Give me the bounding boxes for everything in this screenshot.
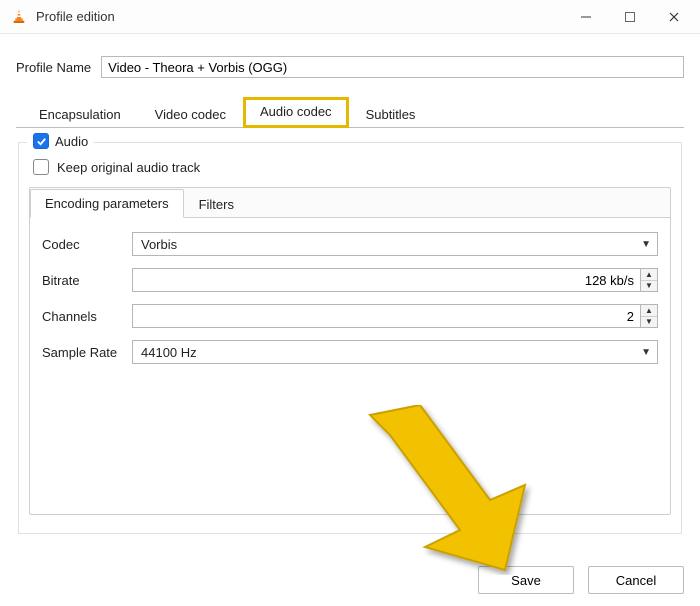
bitrate-spin-buttons: ▲ ▼: [640, 268, 658, 292]
audio-group-title: Audio: [55, 134, 88, 149]
tab-subtitles[interactable]: Subtitles: [349, 100, 433, 128]
window-title: Profile edition: [36, 9, 115, 24]
channels-input[interactable]: [132, 304, 640, 328]
inner-tabs-container: Encoding parameters Filters Codec Vorbis…: [29, 187, 671, 515]
inner-tabs: Encoding parameters Filters: [30, 188, 670, 218]
maximize-button[interactable]: [608, 2, 652, 32]
minimize-button[interactable]: [564, 2, 608, 32]
channels-spin-buttons: ▲ ▼: [640, 304, 658, 328]
close-button[interactable]: [652, 2, 696, 32]
samplerate-label: Sample Rate: [42, 345, 132, 360]
channels-step-up[interactable]: ▲: [641, 305, 657, 317]
bitrate-step-down[interactable]: ▼: [641, 281, 657, 292]
samplerate-row: Sample Rate 44100 Hz ▼: [42, 340, 658, 364]
codec-label: Codec: [42, 237, 132, 252]
channels-stepper[interactable]: ▲ ▼: [132, 304, 658, 328]
samplerate-value: 44100 Hz: [141, 345, 197, 360]
audio-groupbox: Audio Keep original audio track Encoding…: [18, 142, 682, 534]
keep-original-label: Keep original audio track: [57, 160, 200, 175]
profile-name-row: Profile Name: [16, 56, 684, 78]
tab-audio-codec[interactable]: Audio codec: [243, 97, 349, 128]
titlebar: Profile edition: [0, 0, 700, 34]
cancel-button[interactable]: Cancel: [588, 566, 684, 594]
codec-value: Vorbis: [141, 237, 177, 252]
profile-name-input[interactable]: [101, 56, 684, 78]
save-button[interactable]: Save: [478, 566, 574, 594]
content-area: Profile Name Encapsulation Video codec A…: [0, 34, 700, 534]
bitrate-stepper[interactable]: ▲ ▼: [132, 268, 658, 292]
channels-step-down[interactable]: ▼: [641, 317, 657, 328]
inner-tab-filters[interactable]: Filters: [184, 190, 249, 218]
tab-video-codec[interactable]: Video codec: [138, 100, 243, 128]
bitrate-step-up[interactable]: ▲: [641, 269, 657, 281]
inner-tab-encoding[interactable]: Encoding parameters: [30, 189, 184, 218]
bitrate-row: Bitrate ▲ ▼: [42, 268, 658, 292]
channels-row: Channels ▲ ▼: [42, 304, 658, 328]
vlc-cone-icon: [10, 8, 28, 26]
bitrate-label: Bitrate: [42, 273, 132, 288]
audio-group-legend: Audio: [27, 133, 94, 149]
tabs-outer: Encapsulation Video codec Audio codec Su…: [16, 96, 684, 128]
bitrate-input[interactable]: [132, 268, 640, 292]
tab-encapsulation[interactable]: Encapsulation: [22, 100, 138, 128]
keep-original-checkbox[interactable]: [33, 159, 49, 175]
chevron-down-icon: ▼: [641, 239, 651, 250]
audio-enable-checkbox[interactable]: [33, 133, 49, 149]
profile-name-label: Profile Name: [16, 60, 91, 75]
encoding-panel: Codec Vorbis ▼ Bitrate ▲ ▼: [30, 218, 670, 390]
keep-original-row: Keep original audio track: [33, 159, 671, 175]
channels-label: Channels: [42, 309, 132, 324]
codec-select[interactable]: Vorbis ▼: [132, 232, 658, 256]
chevron-down-icon: ▼: [641, 347, 651, 358]
codec-row: Codec Vorbis ▼: [42, 232, 658, 256]
samplerate-select[interactable]: 44100 Hz ▼: [132, 340, 658, 364]
dialog-footer: Save Cancel: [478, 566, 684, 594]
